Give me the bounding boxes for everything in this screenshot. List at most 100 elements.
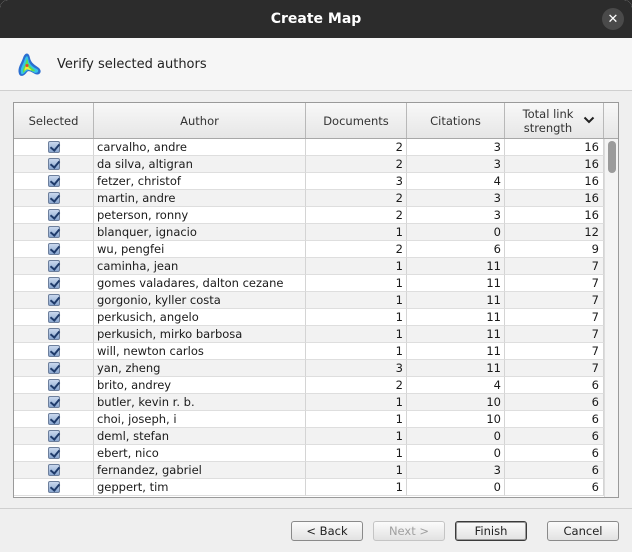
selected-checkbox[interactable]	[47, 464, 60, 476]
table-row[interactable]: fernandez, gabriel 1 3 6	[14, 462, 604, 479]
vertical-scrollbar[interactable]	[604, 139, 618, 497]
documents-cell: 1	[306, 428, 407, 445]
selected-cell	[14, 394, 94, 411]
documents-cell: 1	[306, 411, 407, 428]
vosviewer-logo-icon	[18, 53, 41, 76]
author-cell: wu, pengfei	[94, 241, 306, 258]
selected-checkbox[interactable]	[47, 226, 60, 238]
citations-cell: 11	[407, 275, 505, 292]
table-row[interactable]: blanquer, ignacio 1 0 12	[14, 224, 604, 241]
selected-cell	[14, 173, 94, 190]
selected-cell	[14, 309, 94, 326]
selected-checkbox[interactable]	[47, 362, 60, 374]
citations-cell: 11	[407, 360, 505, 377]
author-cell: yan, zheng	[94, 360, 306, 377]
selected-checkbox[interactable]	[47, 243, 60, 255]
documents-cell: 1	[306, 275, 407, 292]
selected-checkbox[interactable]	[47, 430, 60, 442]
table-row[interactable]: fetzer, christof 3 4 16	[14, 173, 604, 190]
selected-checkbox[interactable]	[47, 209, 60, 221]
author-cell: deml, stefan	[94, 428, 306, 445]
citations-cell: 10	[407, 411, 505, 428]
selected-checkbox[interactable]	[47, 311, 60, 323]
selected-checkbox[interactable]	[47, 413, 60, 425]
selected-checkbox[interactable]	[47, 328, 60, 340]
table-row[interactable]: deml, stefan 1 0 6	[14, 428, 604, 445]
selected-checkbox[interactable]	[47, 345, 60, 357]
documents-cell: 1	[306, 394, 407, 411]
citations-cell: 3	[407, 207, 505, 224]
table-row[interactable]: perkusich, angelo 1 11 7	[14, 309, 604, 326]
table-row[interactable]: martin, andre 2 3 16	[14, 190, 604, 207]
total-link-strength-cell: 7	[505, 343, 604, 360]
selected-checkbox[interactable]	[47, 294, 60, 306]
documents-cell: 1	[306, 479, 407, 496]
citations-cell: 4	[407, 173, 505, 190]
author-cell: perkusich, mirko barbosa	[94, 326, 306, 343]
author-cell: da silva, altigran	[94, 156, 306, 173]
total-link-strength-cell: 7	[505, 292, 604, 309]
selected-cell	[14, 258, 94, 275]
cancel-button[interactable]: Cancel	[547, 521, 619, 541]
window-title: Create Map	[270, 11, 362, 27]
author-cell: fetzer, christof	[94, 173, 306, 190]
close-icon[interactable]: ✕	[602, 8, 624, 30]
scrollbar-thumb[interactable]	[608, 141, 616, 173]
table-header: Selected Author Documents Citations Tota…	[14, 103, 618, 139]
table-row[interactable]: butler, kevin r. b. 1 10 6	[14, 394, 604, 411]
selected-checkbox[interactable]	[47, 158, 60, 170]
table-row[interactable]: carvalho, andre 2 3 16	[14, 139, 604, 156]
finish-button[interactable]: Finish	[455, 521, 527, 541]
table-row[interactable]: geppert, tim 1 0 6	[14, 479, 604, 496]
column-header-total-link-strength[interactable]: Total link strength	[505, 103, 604, 138]
selected-checkbox[interactable]	[47, 277, 60, 289]
table-row[interactable]: gomes valadares, dalton cezane 1 11 7	[14, 275, 604, 292]
author-cell: martin, andre	[94, 190, 306, 207]
table-row[interactable]: yan, zheng 3 11 7	[14, 360, 604, 377]
back-button[interactable]: < Back	[291, 521, 363, 541]
table-row[interactable]: choi, joseph, i 1 10 6	[14, 411, 604, 428]
table-row[interactable]: perkusich, mirko barbosa 1 11 7	[14, 326, 604, 343]
table-row[interactable]: will, newton carlos 1 11 7	[14, 343, 604, 360]
column-header-citations[interactable]: Citations	[407, 103, 505, 138]
total-link-strength-cell: 7	[505, 275, 604, 292]
citations-cell: 3	[407, 156, 505, 173]
table-row[interactable]: da silva, altigran 2 3 16	[14, 156, 604, 173]
selected-checkbox[interactable]	[47, 379, 60, 391]
documents-cell: 1	[306, 343, 407, 360]
selected-cell	[14, 377, 94, 394]
table-row[interactable]: brito, andrey 2 4 6	[14, 377, 604, 394]
selected-checkbox[interactable]	[47, 141, 60, 153]
column-header-selected[interactable]: Selected	[14, 103, 94, 138]
column-header-documents[interactable]: Documents	[306, 103, 407, 138]
next-button[interactable]: Next >	[373, 521, 445, 541]
selected-checkbox[interactable]	[47, 192, 60, 204]
documents-cell: 3	[306, 173, 407, 190]
author-cell: gomes valadares, dalton cezane	[94, 275, 306, 292]
table-row[interactable]: gorgonio, kyller costa 1 11 7	[14, 292, 604, 309]
selected-cell	[14, 292, 94, 309]
selected-checkbox[interactable]	[47, 175, 60, 187]
table-row[interactable]: wu, pengfei 2 6 9	[14, 241, 604, 258]
table-row[interactable]: ebert, nico 1 0 6	[14, 445, 604, 462]
selected-checkbox[interactable]	[47, 396, 60, 408]
selected-cell	[14, 445, 94, 462]
table-row[interactable]: peterson, ronny 2 3 16	[14, 207, 604, 224]
column-header-author[interactable]: Author	[94, 103, 306, 138]
total-link-strength-cell: 6	[505, 394, 604, 411]
citations-cell: 4	[407, 377, 505, 394]
table-row[interactable]: caminha, jean 1 11 7	[14, 258, 604, 275]
selected-checkbox[interactable]	[47, 260, 60, 272]
header-corner	[604, 103, 618, 138]
author-cell: peterson, ronny	[94, 207, 306, 224]
total-link-strength-cell: 6	[505, 377, 604, 394]
documents-cell: 3	[306, 360, 407, 377]
selected-checkbox[interactable]	[47, 481, 60, 493]
author-cell: caminha, jean	[94, 258, 306, 275]
documents-cell: 1	[306, 445, 407, 462]
selected-checkbox[interactable]	[47, 447, 60, 459]
author-cell: perkusich, angelo	[94, 309, 306, 326]
citations-cell: 0	[407, 224, 505, 241]
citations-cell: 11	[407, 292, 505, 309]
citations-cell: 0	[407, 445, 505, 462]
